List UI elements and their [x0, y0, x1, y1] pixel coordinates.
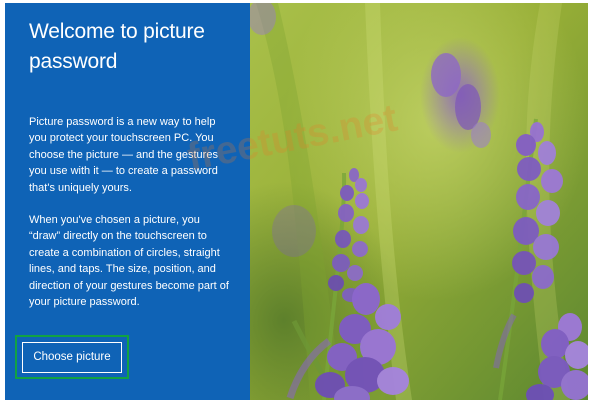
page-title: Welcome to picture password [29, 20, 205, 73]
choose-picture-button[interactable]: Choose picture [22, 342, 122, 373]
intro-paragraph: Picture password is a new way to help yo… [29, 116, 218, 194]
picture-password-screen: Welcome to picture password Picture pass… [0, 0, 591, 403]
lavender-image [250, 3, 588, 400]
lavender-photo [250, 3, 588, 400]
instructions-paragraph: When you've chosen a picture, you “draw”… [29, 214, 229, 309]
